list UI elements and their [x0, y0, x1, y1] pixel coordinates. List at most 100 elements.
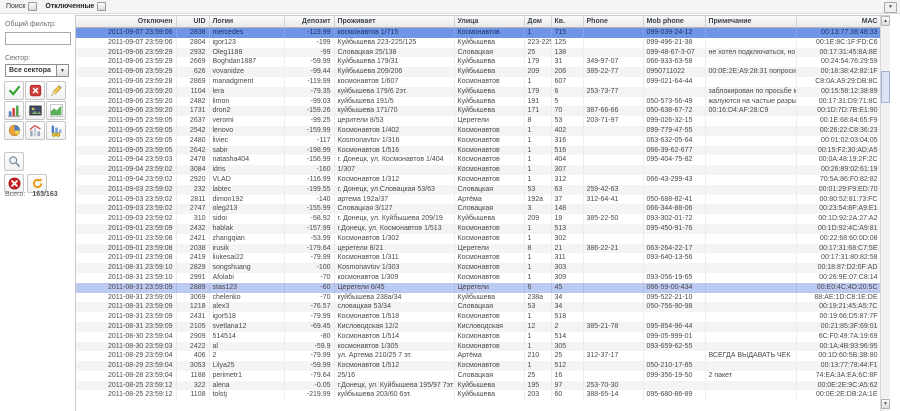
cell-mac: 00:0E:2E:9C:A5:62: [796, 381, 881, 391]
cell-otklyuchen: 2011-08-31 23:59:09: [76, 283, 176, 293]
table-row[interactable]: 2011-08-29 23:59:043053Lilya25-59.99Косм…: [76, 361, 881, 371]
table-row[interactable]: 2011-08-31 23:59:102829songshuang-100Kos…: [76, 263, 881, 273]
tab-overflow-button[interactable]: ▼: [884, 2, 897, 13]
apply-button[interactable]: [4, 81, 24, 100]
table-row[interactable]: 2011-09-01 23:59:082419liukesai22-79.99К…: [76, 253, 881, 263]
table-row[interactable]: 2011-08-31 23:59:102991Afolabi-70космона…: [76, 273, 881, 283]
table-row[interactable]: 2011-09-03 23:59:02310sidoi-58.92г. Доне…: [76, 214, 881, 224]
column-header-kv[interactable]: Кв.: [551, 16, 583, 28]
table-row[interactable]: 2011-09-06 23:59:292932Oleg1188-99Словац…: [76, 48, 881, 58]
column-header-otklyuchen[interactable]: Отключен: [76, 16, 176, 28]
cell-prozhivaet: куйбышева 171/70: [334, 106, 454, 116]
column-header-prozhivaet[interactable]: Проживает: [334, 16, 454, 28]
money-chart-button[interactable]: [46, 121, 66, 140]
cell-mob_phone: 099-026-32-15: [643, 116, 705, 126]
table-row[interactable]: 2011-09-01 23:59:092432hablak-157.99г.До…: [76, 224, 881, 234]
table-row[interactable]: 2011-09-06 23:59:201104lera-79.35куйбыше…: [76, 87, 881, 97]
column-header-login[interactable]: Логин: [209, 16, 284, 28]
table-row[interactable]: 2011-09-05 23:59:052642sabir-198.99Космо…: [76, 146, 881, 156]
column-header-deposit[interactable]: Депозит: [284, 16, 334, 28]
cell-mob_phone: 093-056-19-65: [643, 273, 705, 283]
edit-button[interactable]: [46, 81, 66, 100]
table-row[interactable]: 2011-09-03 23:59:02232labtec-199.55г. До…: [76, 185, 881, 195]
stats-chart-button[interactable]: [25, 121, 45, 140]
cell-kv: 19: [551, 214, 583, 224]
table-row[interactable]: 2011-08-31 23:59:091218alex3-76.57словац…: [76, 302, 881, 312]
table-row[interactable]: 2011-09-05 23:59:052542lenovo-159.99Косм…: [76, 126, 881, 136]
column-header-ulitsa[interactable]: Улица: [454, 16, 524, 28]
cell-kv: 514: [551, 332, 583, 342]
table-row[interactable]: 2011-09-04 23:59:032478natasha404-156.99…: [76, 155, 881, 165]
table-row[interactable]: 2011-08-29 23:59:044062-79.99ул. Артема …: [76, 351, 881, 361]
delete-button[interactable]: [25, 81, 45, 100]
bar-chart-button[interactable]: [4, 101, 24, 120]
table-row[interactable]: 2011-08-25 23:59:12322alena-0.05г.Донецк…: [76, 381, 881, 391]
cell-mob_phone: 093-659-62-55: [643, 342, 705, 352]
table-row[interactable]: 2011-08-28 23:59:041188perimetr1-79.6425…: [76, 371, 881, 381]
table-row[interactable]: 2011-09-05 23:59:052637veromi-99.25церит…: [76, 116, 881, 126]
column-header-uid[interactable]: UID: [176, 16, 209, 28]
table-row[interactable]: 2011-09-04 23:59:022920VLAD-116.99Космон…: [76, 175, 881, 185]
cell-ulitsa: Космонавтов: [454, 126, 524, 136]
table-row[interactable]: 2011-09-03 23:59:022747oleg213-155.99Сло…: [76, 204, 881, 214]
tab-disconnected-icon[interactable]: [97, 2, 106, 11]
table-row[interactable]: 2011-09-06 23:59:282869manadgment-119.99…: [76, 77, 881, 87]
scroll-down-button[interactable]: ▼: [881, 399, 890, 409]
total-line: Всего: 163/163: [5, 191, 58, 198]
sector-select[interactable]: Все сектора ▼: [5, 64, 69, 77]
table-row[interactable]: 2011-09-07 23:59:062804igor123-199Куйбыш…: [76, 38, 881, 48]
cell-mob_phone: 066-344-88-06: [643, 204, 705, 214]
cell-mac: 00:23:54:8F:A9:E1: [796, 204, 881, 214]
table-row[interactable]: 2011-08-31 23:59:093069chelenko-70куйбыш…: [76, 293, 881, 303]
cell-kv: 21: [551, 244, 583, 254]
cell-otklyuchen: 2011-09-05 23:59:05: [76, 116, 176, 126]
cell-phone: [583, 263, 643, 273]
column-header-dom[interactable]: Дом: [524, 16, 551, 28]
table-row[interactable]: 2011-09-01 23:59:082038irusik-179.64цере…: [76, 244, 881, 254]
table-row[interactable]: 2011-08-31 23:59:092431igor518-79.99Косм…: [76, 312, 881, 322]
area-chart-button[interactable]: [46, 101, 66, 120]
table-row[interactable]: 2011-09-06 23:59:202482limon-99.03куйбыш…: [76, 97, 881, 107]
cell-uid: 2421: [176, 234, 209, 244]
table-row[interactable]: 2011-09-06 23:59:201731dron2-159.26куйбы…: [76, 106, 881, 116]
table-row[interactable]: 2011-09-03 23:59:022811dimon192-140артем…: [76, 195, 881, 205]
table-row[interactable]: 2011-08-30 23:59:032422al-59.9космонавто…: [76, 342, 881, 352]
column-header-mac[interactable]: МАС: [796, 16, 881, 28]
tab-search-icon[interactable]: [28, 2, 37, 11]
column-header-phone[interactable]: Phone: [583, 16, 643, 28]
cell-login: oleg213: [209, 204, 284, 214]
table-row[interactable]: 2011-08-31 23:59:092889stas123-60Церетел…: [76, 283, 881, 293]
table-row[interactable]: 2011-09-04 23:59:023084idris-1601/307Кос…: [76, 165, 881, 175]
table-row[interactable]: 2011-09-01 23:59:082421zhangqian-53.99Ко…: [76, 234, 881, 244]
cell-ulitsa: Космонавтов: [454, 312, 524, 322]
table-row[interactable]: 2011-09-05 23:59:052480liviec-117Kosmona…: [76, 136, 881, 146]
cell-primechanie: [705, 136, 796, 146]
preview-button[interactable]: [4, 152, 24, 171]
column-header-mob_phone[interactable]: Mob phone: [643, 16, 705, 28]
cell-mob_phone: 099-05-999-01: [643, 332, 705, 342]
cell-uid: 2909: [176, 332, 209, 342]
tab-search[interactable]: Поиск: [4, 0, 43, 14]
scrollbar-thumb[interactable]: [881, 71, 890, 103]
filter-input[interactable]: [5, 32, 71, 45]
column-header-primechanie[interactable]: Примечание: [705, 16, 796, 28]
scroll-up-button[interactable]: ▲: [881, 16, 890, 26]
table-row[interactable]: 2011-08-30 23:59:042909514514-80Космонав…: [76, 332, 881, 342]
cell-login: stas123: [209, 283, 284, 293]
cell-login: tolstj: [209, 390, 284, 400]
cell-phone: 253-70-30: [583, 381, 643, 391]
cell-deposit: -199: [284, 38, 334, 48]
vertical-scrollbar[interactable]: ▲ ▼: [880, 16, 890, 411]
cell-uid: 232: [176, 185, 209, 195]
table-row[interactable]: 2011-09-06 23:59:29626vovanidze-99.44Куй…: [76, 67, 881, 77]
tab-disconnected[interactable]: Отключенные: [43, 0, 112, 14]
cell-primechanie: [705, 77, 796, 87]
cell-mac: 00:17:31:45:8A:8E: [796, 48, 881, 58]
image-button[interactable]: [25, 101, 45, 120]
table-row[interactable]: 2011-08-31 23:59:092105svetlana12-69.45К…: [76, 322, 881, 332]
pie-chart-button[interactable]: [4, 121, 24, 140]
table-row[interactable]: 2011-09-06 23:59:292669Boghdan1887-59.99…: [76, 57, 881, 67]
table-row[interactable]: 2011-08-25 23:59:121108tolstj-219.99куйб…: [76, 390, 881, 400]
table-row[interactable]: 2011-09-07 23:59:062838mercedes-119.99ко…: [76, 28, 881, 38]
cell-otklyuchen: 2011-09-03 23:59:02: [76, 214, 176, 224]
